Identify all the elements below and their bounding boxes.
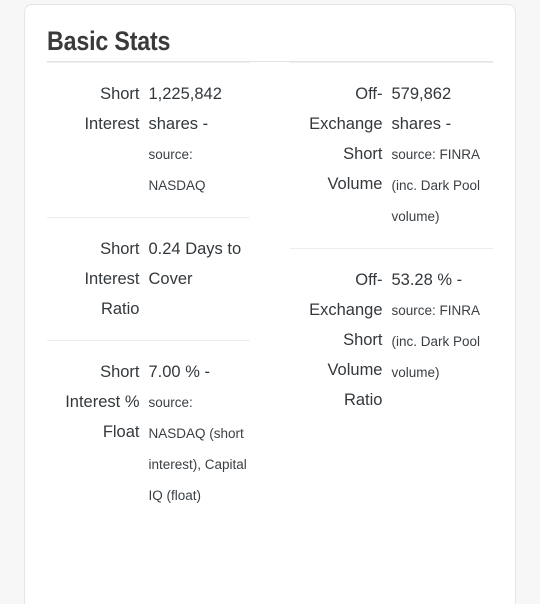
stat-value-source: source: FINRA (inc. Dark Pool volume) (391, 303, 481, 381)
table-row: Short Interest Ratio 0.24 Days to Cover (47, 217, 250, 341)
stats-columns: Short Interest 1,225,842 shares - source… (47, 62, 493, 528)
stat-value-main: 53.28 % - (391, 271, 463, 290)
stat-value-main: 1,225,842 shares - (148, 85, 222, 134)
stat-value-source: source: NASDAQ (148, 147, 206, 194)
right-column: Off-Exchange Short Volume 579,862 shares… (290, 62, 493, 527)
stat-label: Off-Exchange Short Volume (290, 62, 392, 249)
stat-value: 579,862 shares - source: FINRA (inc. Dar… (391, 62, 493, 249)
table-row: Off-Exchange Short Volume Ratio 53.28 % … (290, 248, 493, 432)
page-background: Basic Stats Short Interest 1,225,842 sha… (0, 0, 540, 604)
stat-label: Short Interest Ratio (47, 217, 149, 341)
stat-value: 0.24 Days to Cover (148, 217, 250, 341)
card-content: Basic Stats Short Interest 1,225,842 sha… (25, 5, 515, 528)
table-row: Short Interest 1,225,842 shares - source… (47, 62, 250, 218)
stat-value-source: source: FINRA (inc. Dark Pool volume) (391, 147, 481, 225)
stat-value-main: 579,862 shares - (391, 85, 452, 134)
page-title: Basic Stats (47, 26, 171, 56)
stat-label: Off-Exchange Short Volume Ratio (290, 248, 392, 432)
stat-value: 53.28 % - source: FINRA (inc. Dark Pool … (391, 248, 493, 432)
stat-label: Short Interest % Float (47, 340, 149, 528)
stat-value: 7.00 % - source: NASDAQ (short interest)… (148, 340, 250, 528)
stat-value-source: source: NASDAQ (short interest), Capital… (148, 395, 247, 504)
stats-table-left: Short Interest 1,225,842 shares - source… (47, 62, 250, 528)
left-column: Short Interest 1,225,842 shares - source… (47, 62, 250, 528)
stat-value-main: 7.00 % - (148, 363, 210, 382)
stat-value-main: 0.24 Days to Cover (148, 240, 242, 289)
stats-table-right: Off-Exchange Short Volume 579,862 shares… (290, 62, 493, 432)
stat-value: 1,225,842 shares - source: NASDAQ (148, 62, 250, 218)
table-row: Off-Exchange Short Volume 579,862 shares… (290, 62, 493, 249)
basic-stats-card: Basic Stats Short Interest 1,225,842 sha… (24, 4, 516, 604)
table-row: Short Interest % Float 7.00 % - source: … (47, 340, 250, 528)
stat-label: Short Interest (47, 62, 149, 218)
